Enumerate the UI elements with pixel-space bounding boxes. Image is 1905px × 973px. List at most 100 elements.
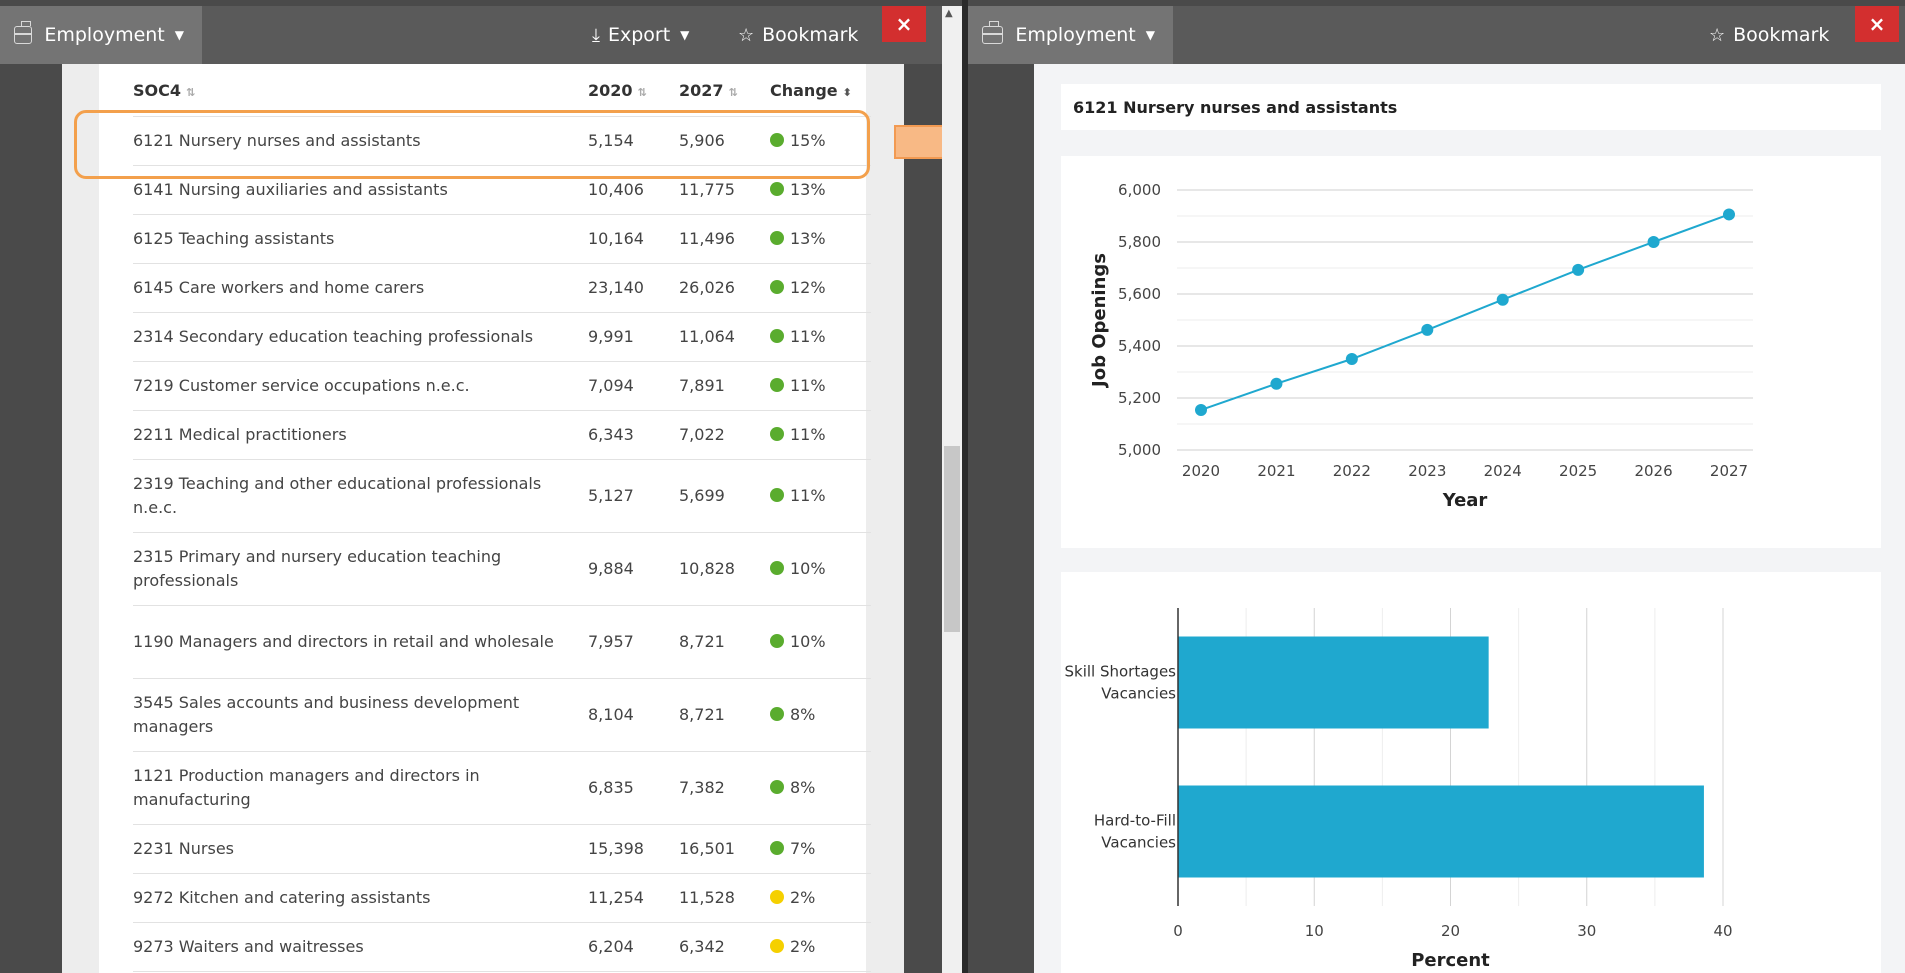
briefcase-icon	[982, 21, 1004, 44]
value-2027-cell: 26,026	[679, 263, 770, 313]
chevron-down-icon: ▼	[680, 28, 690, 42]
occupation-cell: 2319 Teaching and other educational prof…	[133, 459, 588, 533]
table-row[interactable]: 2315 Primary and nursery education teach…	[133, 532, 871, 606]
close-button[interactable]: ×	[882, 6, 926, 42]
table-row[interactable]: 9272 Kitchen and catering assistants 11,2…	[133, 873, 871, 923]
value-2020-cell: 7,094	[588, 361, 679, 411]
occupation-cell: 7219 Customer service occupations n.e.c.	[133, 361, 588, 411]
value-2020-cell: 23,140	[588, 263, 679, 313]
value-2027-cell: 5,699	[679, 459, 770, 533]
x-tick-label: 2025	[1559, 462, 1597, 480]
change-cell: 11%	[770, 459, 871, 533]
x-tick-label: 20	[1441, 922, 1460, 940]
table-row[interactable]: 1121 Production managers and directors i…	[133, 751, 871, 825]
column-header-soc4[interactable]: SOC4 ⇅	[133, 64, 588, 117]
bookmark-button[interactable]: ☆ Bookmark	[1709, 6, 1829, 64]
change-value: 8%	[790, 778, 816, 797]
status-dot-icon	[770, 561, 784, 575]
table-row[interactable]: 1190 Managers and directors in retail an…	[133, 605, 871, 679]
value-2020-cell: 6,343	[588, 410, 679, 460]
change-value: 12%	[790, 278, 826, 297]
bar	[1178, 785, 1704, 878]
x-tick-label: 2020	[1182, 462, 1220, 480]
value-2027-cell: 7,022	[679, 410, 770, 460]
change-cell: 8%	[770, 751, 871, 825]
occupation-cell: 1190 Managers and directors in retail an…	[133, 605, 588, 679]
table-row[interactable]: 6125 Teaching assistants 10,164 11,496 13%	[133, 214, 871, 264]
value-2020-cell: 15,398	[588, 824, 679, 874]
value-2027-cell: 11,528	[679, 873, 770, 923]
x-tick-label: 40	[1713, 922, 1732, 940]
left-panel: Employment ▼ ⤓ Export ▼ ☆ Bookmark × SOC…	[0, 0, 962, 973]
occupation-table: SOC4 ⇅ 2020 ⇅ 2027 ⇅ Change ⬍ 6121 Nursery n…	[133, 64, 871, 973]
data-point	[1647, 236, 1660, 248]
sort-desc-icon: ⬍	[842, 85, 852, 99]
value-2020-cell: 11,254	[588, 873, 679, 923]
column-header-2020[interactable]: 2020 ⇅	[588, 64, 679, 117]
bookmark-button[interactable]: ☆ Bookmark	[738, 6, 858, 64]
table-body: 6121 Nursery nurses and assistants 5,154 5…	[133, 116, 871, 973]
employment-dropdown[interactable]: Employment ▼	[0, 6, 202, 64]
export-button[interactable]: ⤓ Export ▼	[592, 6, 689, 64]
change-value: 10%	[790, 632, 826, 651]
bar	[1178, 636, 1489, 729]
y-tick-label: 5,400	[1118, 337, 1161, 355]
table-row[interactable]: 3545 Sales accounts and business develop…	[133, 678, 871, 752]
status-dot-icon	[770, 939, 784, 953]
status-dot-icon	[770, 231, 784, 245]
data-point	[1723, 208, 1735, 221]
x-tick-label: 2023	[1408, 462, 1446, 480]
job-openings-chart-card: 5,000 5,200 5,400 5,600 5,800 6,000 2020 2021 20…	[1061, 156, 1881, 548]
table-row[interactable]: 2231 Nurses 15,398 16,501 7%	[133, 824, 871, 874]
table-row[interactable]: 2211 Medical practitioners 6,343 7,022 11%	[133, 410, 871, 460]
occupation-cell: 9273 Waiters and waitresses	[133, 922, 588, 972]
change-cell: 8%	[770, 678, 871, 752]
y-tick-label: Hard-to-Fill	[1094, 812, 1176, 830]
table-row[interactable]: 2314 Secondary education teaching profes…	[133, 312, 871, 362]
column-label: SOC4	[133, 80, 181, 100]
table-row[interactable]: 6145 Care workers and home carers 23,140 2…	[133, 263, 871, 313]
y-tick-label: 5,800	[1118, 233, 1161, 251]
column-header-2027[interactable]: 2027 ⇅	[679, 64, 770, 117]
employment-dropdown[interactable]: Employment ▼	[968, 6, 1173, 64]
scroll-up-icon[interactable]: ▲	[945, 8, 953, 19]
change-value: 13%	[790, 229, 826, 248]
change-cell: 2%	[770, 922, 871, 972]
occupation-cell: 2211 Medical practitioners	[133, 410, 588, 460]
right-margin	[866, 64, 904, 973]
export-label: Export	[607, 24, 671, 46]
y-tick-label: 5,000	[1118, 441, 1161, 459]
occupation-cell: 9272 Kitchen and catering assistants	[133, 873, 588, 923]
value-2027-cell: 16,501	[679, 824, 770, 874]
y-tick-label: 5,200	[1118, 389, 1161, 407]
chevron-down-icon: ▼	[1145, 28, 1155, 42]
change-cell: 10%	[770, 532, 871, 606]
occupation-cell: 1121 Production managers and directors i…	[133, 751, 588, 825]
job-openings-line-chart: 5,000 5,200 5,400 5,600 5,800 6,000 2020 2021 20…	[1089, 181, 1753, 511]
x-tick-label: 0	[1173, 922, 1183, 940]
status-dot-icon	[770, 378, 784, 392]
table-row[interactable]: 9273 Waiters and waitresses 6,204 6,342 2%	[133, 922, 871, 972]
change-cell: 13%	[770, 214, 871, 264]
occupation-cell: 2314 Secondary education teaching profes…	[133, 312, 588, 362]
status-dot-icon	[770, 182, 784, 196]
data-point	[1270, 377, 1283, 390]
sort-icon: ⇅	[186, 85, 196, 99]
close-button[interactable]: ×	[1855, 6, 1899, 42]
status-dot-icon	[770, 280, 784, 294]
x-tick-label: 2024	[1484, 462, 1522, 480]
value-2020-cell: 6,204	[588, 922, 679, 972]
change-value: 10%	[790, 559, 826, 578]
table-row[interactable]: 2319 Teaching and other educational prof…	[133, 459, 871, 533]
selected-row-highlight	[74, 110, 870, 179]
scrollbar-thumb[interactable]	[944, 446, 960, 632]
value-2020-cell: 8,104	[588, 678, 679, 752]
column-header-change[interactable]: Change ⬍	[770, 64, 871, 117]
x-axis-title: Year	[1442, 490, 1488, 511]
left-toolbar: Employment ▼ ⤓ Export ▼ ☆ Bookmark ×	[0, 6, 962, 64]
change-cell: 11%	[770, 361, 871, 411]
table-row[interactable]: 7219 Customer service occupations n.e.c.…	[133, 361, 871, 411]
occupation-cell: 6145 Care workers and home carers	[133, 263, 588, 313]
x-tick-label: 2027	[1710, 462, 1748, 480]
detail-title-card: 6121 Nursery nurses and assistants	[1061, 84, 1881, 130]
